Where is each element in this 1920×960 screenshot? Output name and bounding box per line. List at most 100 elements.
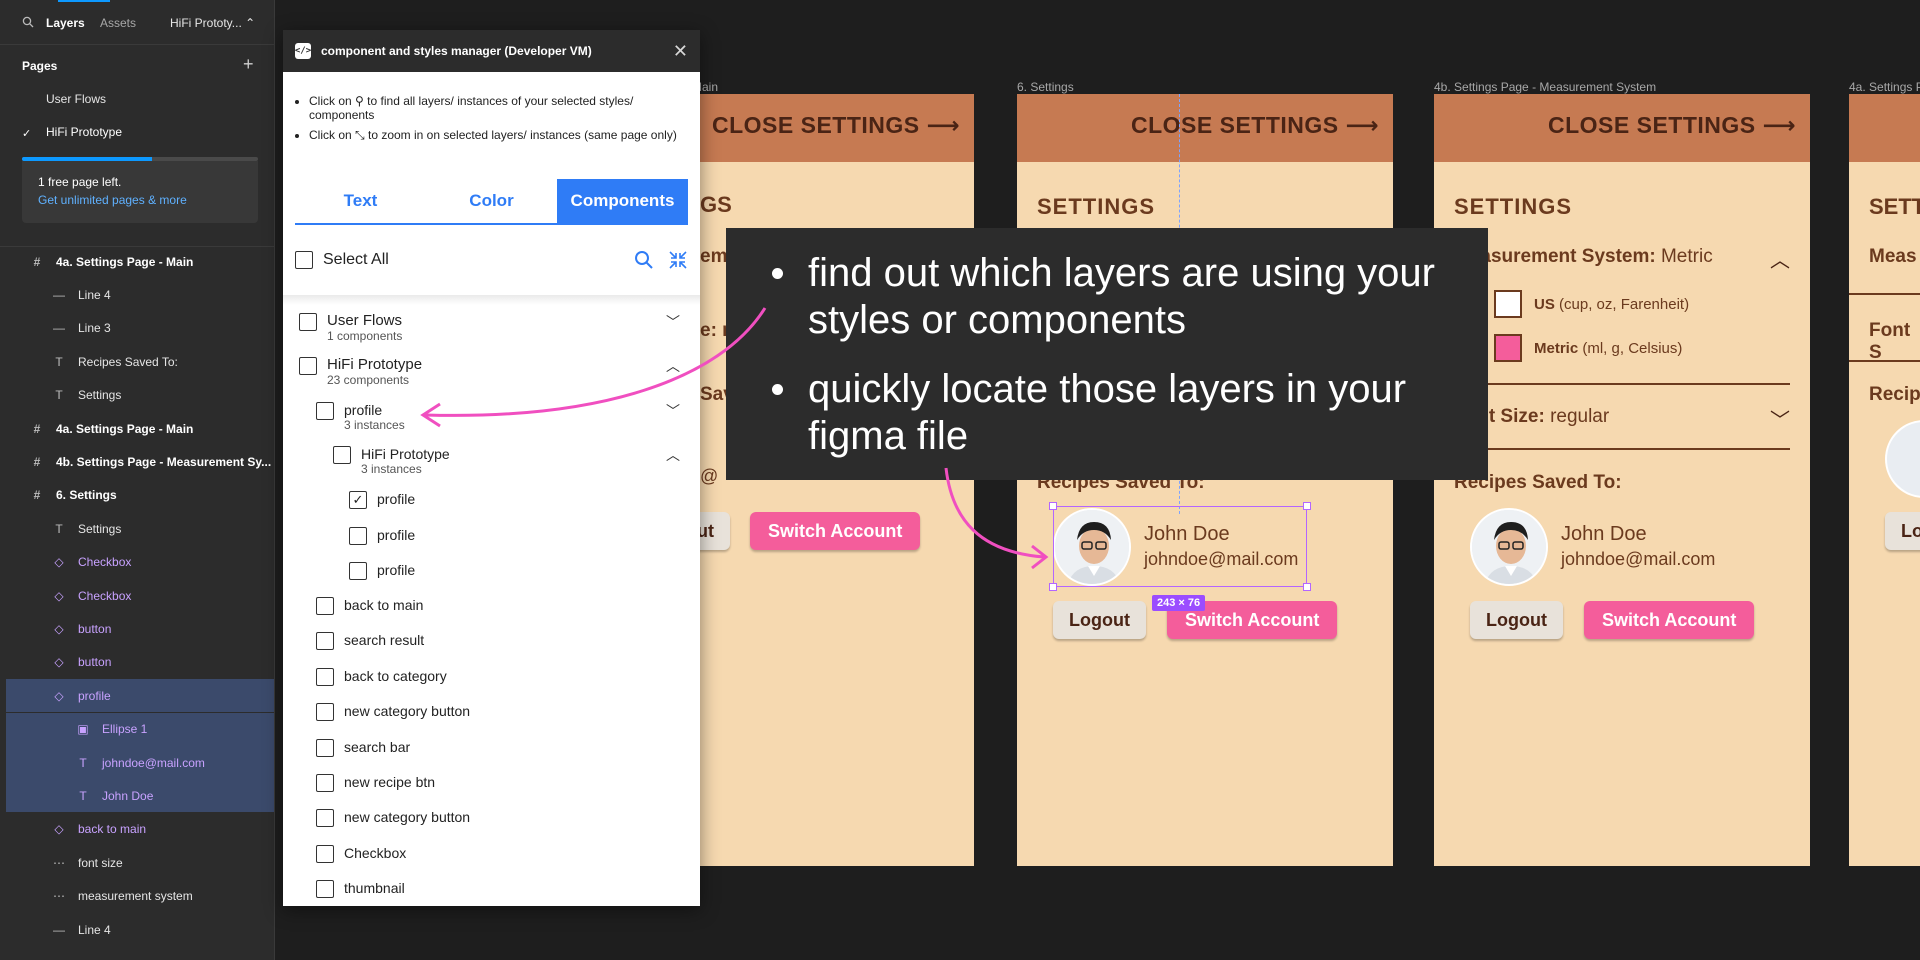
frame-settings-partial[interactable]: SETT Meas Font S Recip Lo [1849, 94, 1920, 866]
frame-6-settings[interactable]: CLOSE SETTINGS ⟶ SETTINGS Recipes Saved … [1017, 94, 1393, 866]
layer-row[interactable]: #4b. Settings Page - Measurement Sy... [6, 445, 274, 478]
tab-color[interactable]: Color [426, 179, 557, 223]
close-settings-button[interactable]: CLOSE SETTINGS ⟶ [1548, 112, 1796, 139]
layer-row[interactable]: ◇ button [6, 646, 274, 679]
logout-button[interactable]: Logout [1053, 601, 1146, 639]
layer-row[interactable]: ◇ profile [6, 679, 274, 713]
checkbox-metric[interactable] [1494, 334, 1522, 362]
resize-handle[interactable] [1049, 583, 1057, 591]
measurement-system-row[interactable]: Measurement System: Metric ︿ [1454, 246, 1790, 272]
layer-row[interactable]: T Settings [6, 379, 274, 412]
frame-label[interactable]: 4a. Settings P [1849, 80, 1920, 94]
tree-checkbox[interactable] [316, 880, 334, 899]
chevron-up-icon[interactable]: ︿ [1770, 244, 1790, 273]
logout-button[interactable]: Lo [1885, 512, 1920, 550]
chevron-down-icon[interactable]: ﹀ [666, 401, 680, 421]
tab-layers[interactable]: Layers [46, 16, 85, 30]
resize-handle[interactable] [1303, 502, 1311, 510]
profile-selection-box[interactable] [1049, 502, 1311, 591]
layer-row[interactable]: ▣ Ellipse 1 [6, 712, 274, 746]
tab-assets[interactable]: Assets [100, 16, 136, 30]
tree-component[interactable]: Checkbox [316, 844, 406, 863]
option-us[interactable]: US (cup, oz, Farenheit) [1494, 290, 1689, 318]
plugin-titlebar[interactable]: </> component and styles manager (Develo… [283, 30, 700, 72]
layer-row[interactable]: ⋯ font size [6, 846, 274, 879]
layer-row[interactable]: ⋯ measurement system [6, 880, 274, 913]
tree-component[interactable]: back to main [316, 596, 423, 615]
frame-4b-measurement-system[interactable]: CLOSE SETTINGS ⟶ SETTINGS Measurement Sy… [1434, 94, 1810, 866]
chevron-up-icon[interactable]: ︿ [666, 356, 680, 376]
switch-account-button[interactable]: Switch Account [1584, 601, 1755, 639]
page-switcher[interactable]: HiFi Prototy... ⌃ [170, 16, 255, 30]
tree-component[interactable]: new recipe btn [316, 773, 435, 792]
search-icon[interactable] [634, 250, 654, 270]
tree-component[interactable]: new category button [316, 702, 470, 722]
tree-checkbox[interactable] [316, 402, 334, 420]
select-all-label[interactable]: Select All [323, 251, 389, 269]
tree-component[interactable]: back to category [316, 667, 447, 686]
checkbox-us[interactable] [1494, 290, 1522, 318]
tree-instance[interactable]: profile [349, 561, 415, 580]
close-settings-button[interactable]: CLOSE SETTINGS ⟶ [1131, 112, 1379, 139]
layer-row[interactable]: ◇ button [6, 612, 274, 645]
add-page-icon[interactable]: + [243, 54, 254, 75]
close-settings-button[interactable]: CLOSE SETTINGS ⟶ [712, 112, 960, 139]
tree-component[interactable]: new category button [316, 808, 470, 828]
tree-checkbox[interactable] [316, 632, 334, 651]
frame-label[interactable]: 4b. Settings Page - Measurement System [1434, 80, 1656, 94]
chevron-down-icon[interactable]: ﹀ [666, 312, 680, 332]
tree-component-profile[interactable]: profile 3 instances [316, 401, 405, 432]
tree-checkbox[interactable] [316, 703, 334, 722]
tree-checkbox[interactable] [299, 357, 317, 375]
tab-text[interactable]: Text [295, 179, 426, 223]
tree-instance[interactable]: ✓ profile [349, 490, 415, 509]
upgrade-link[interactable]: Get unlimited pages & more [38, 193, 242, 207]
switch-account-button[interactable]: Switch Account [750, 512, 921, 550]
tree-checkbox[interactable] [316, 809, 334, 828]
search-icon[interactable] [22, 16, 34, 28]
tree-page-user-flows[interactable]: User Flows 1 components [299, 312, 402, 343]
layer-row[interactable]: ◇ back to main [6, 813, 274, 846]
tree-checkbox[interactable] [316, 667, 334, 686]
resize-handle[interactable] [1303, 583, 1311, 591]
tree-checkbox[interactable] [349, 562, 367, 580]
tree-component[interactable]: search bar [316, 738, 410, 757]
resize-handle[interactable] [1049, 502, 1057, 510]
tree-component[interactable]: thumbnail [316, 879, 405, 899]
tree-checkbox[interactable] [316, 597, 334, 615]
tree-component[interactable]: search result [316, 631, 424, 651]
tree-instance-page-hifi[interactable]: HiFi Prototype 3 instances [333, 445, 450, 476]
close-icon[interactable]: ✕ [673, 41, 688, 62]
layer-row[interactable]: T Recipes Saved To: [6, 345, 274, 378]
chevron-down-icon[interactable]: ﹀ [1770, 404, 1790, 433]
tree-checkbox[interactable] [333, 446, 351, 464]
tree-instance[interactable]: profile [349, 526, 415, 545]
layer-row[interactable]: T Settings [6, 512, 274, 545]
layer-row[interactable]: Tjohndoe@mail.com [6, 746, 274, 779]
layer-row[interactable]: ◇ Checkbox [6, 579, 274, 612]
tree-checkbox[interactable] [316, 738, 334, 757]
tree-checkbox[interactable] [316, 844, 334, 863]
layer-row[interactable]: — Line 4 [6, 913, 274, 946]
tree-checkbox[interactable] [316, 774, 334, 792]
tree-checkbox[interactable] [299, 313, 317, 331]
checked-checkbox[interactable]: ✓ [349, 491, 367, 509]
layer-row[interactable]: — Line 4 [6, 278, 274, 311]
layer-row[interactable]: #6. Settings [6, 479, 274, 512]
font-size-row[interactable]: Font Size: regular ﹀ [1454, 406, 1790, 432]
page-item-user-flows[interactable]: User Flows [46, 92, 106, 106]
option-metric[interactable]: Metric (ml, g, Celsius) [1494, 334, 1682, 362]
layer-row[interactable]: #4a. Settings Page - Main [6, 245, 274, 278]
layer-row[interactable]: ◇ Checkbox [6, 546, 274, 579]
tab-components[interactable]: Components [557, 179, 688, 223]
tree-checkbox[interactable] [349, 526, 367, 545]
tree-page-hifi-prototype[interactable]: HiFi Prototype 23 components [299, 356, 422, 387]
layer-row[interactable]: T John Doe [6, 779, 274, 813]
select-all-checkbox[interactable] [295, 251, 313, 269]
chevron-up-icon[interactable]: ︿ [666, 445, 680, 465]
page-item-hifi-prototype[interactable]: HiFi Prototype [46, 125, 122, 139]
logout-button[interactable]: Logout [1470, 601, 1563, 639]
layer-row[interactable]: #4a. Settings Page - Main [6, 412, 274, 445]
zoom-to-selection-icon[interactable] [668, 250, 688, 270]
layer-row[interactable]: — Line 3 [6, 312, 274, 345]
